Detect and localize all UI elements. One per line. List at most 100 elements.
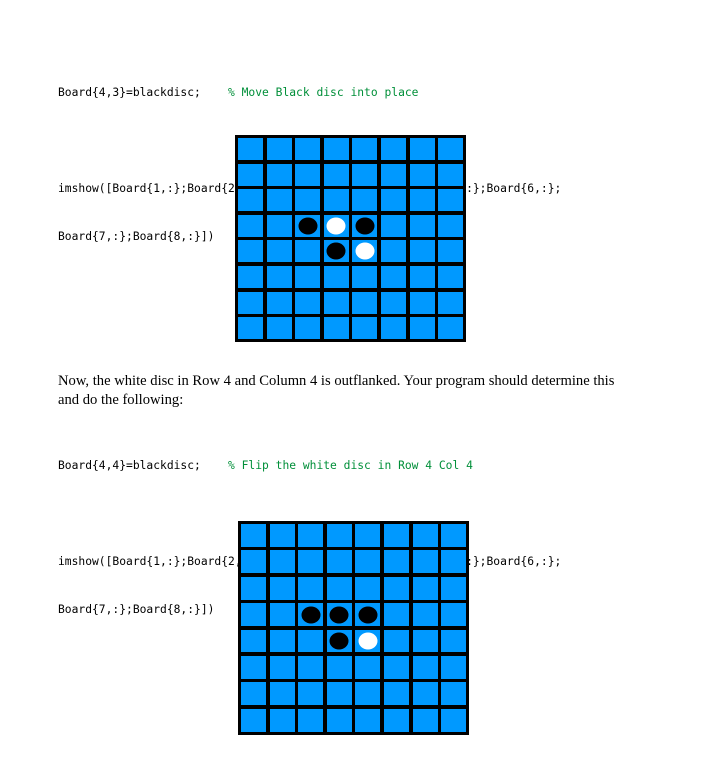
- board-cell: [355, 576, 381, 600]
- board-cell: [266, 138, 292, 160]
- board-cell: [355, 603, 381, 626]
- board-cell: [266, 163, 292, 186]
- board-cell: [323, 163, 349, 186]
- black-disc: [301, 606, 321, 624]
- board-cell: [269, 576, 295, 600]
- board-cell: [269, 524, 295, 547]
- board-cell: [380, 291, 406, 314]
- board-cell: [298, 524, 324, 547]
- board-cell: [441, 682, 467, 706]
- board-cell: [352, 214, 378, 237]
- board-cell: [295, 265, 321, 288]
- board-cell: [380, 189, 406, 212]
- board-cell: [269, 629, 295, 653]
- code-line-assignment-flip: Board{4,4}=blackdisc; % Flip the white d…: [58, 458, 561, 474]
- board-cell: [323, 291, 349, 314]
- board-cell: [241, 603, 266, 626]
- board-cell: [241, 576, 266, 600]
- board-cell: [438, 317, 464, 340]
- board-cell: [295, 163, 321, 186]
- code-text-imshow2-2: Board{7,:};Board{8,:}]): [58, 603, 215, 616]
- board-cell: [383, 524, 409, 547]
- board-cell: [266, 189, 292, 212]
- board-cell: [355, 655, 381, 679]
- board-cell: [383, 550, 409, 574]
- code-text-imshow-2: Board{7,:};Board{8,:}]): [58, 230, 215, 243]
- board-cell: [352, 317, 378, 340]
- board-cell: [238, 138, 263, 160]
- board-cell: [441, 576, 467, 600]
- board-cell: [352, 291, 378, 314]
- board-cell: [269, 550, 295, 574]
- board-cell: [438, 138, 464, 160]
- black-disc: [358, 606, 378, 624]
- board-cell: [298, 655, 324, 679]
- white-disc: [326, 217, 346, 235]
- black-disc: [355, 217, 375, 235]
- board-cell: [438, 189, 464, 212]
- board-cell: [412, 524, 438, 547]
- board-cell: [323, 317, 349, 340]
- board-cell: [355, 629, 381, 653]
- code-line-assignment: Board{4,3}=blackdisc; % Move Black disc …: [58, 85, 561, 101]
- board-cell: [326, 682, 352, 706]
- board-cell: [269, 603, 295, 626]
- board-cell: [438, 265, 464, 288]
- board-cell: [355, 524, 381, 547]
- othello-board-second: [238, 521, 470, 735]
- board-cell: [438, 240, 464, 263]
- code-comment-move-black: % Move Black disc into place: [200, 86, 419, 99]
- board-cell: [380, 138, 406, 160]
- board-cell: [326, 708, 352, 732]
- board-cell: [266, 317, 292, 340]
- white-disc: [355, 242, 375, 260]
- board-cell: [441, 603, 467, 626]
- board-cell: [298, 708, 324, 732]
- board-cell: [298, 629, 324, 653]
- document-page: Board{4,3}=blackdisc; % Move Black disc …: [0, 0, 706, 767]
- board-cell: [352, 240, 378, 263]
- board-cell: [438, 291, 464, 314]
- board-cell: [355, 708, 381, 732]
- paragraph-line-1: Now, the white disc in Row 4 and Column …: [58, 373, 615, 389]
- board-cell: [409, 214, 435, 237]
- board-cell: [383, 576, 409, 600]
- board-cell: [238, 317, 263, 340]
- board-cell: [438, 214, 464, 237]
- board-cell: [409, 189, 435, 212]
- board-cell: [441, 629, 467, 653]
- board-cell: [238, 163, 263, 186]
- board-cell: [269, 708, 295, 732]
- paragraph-line-2: and do the following:: [58, 392, 184, 408]
- board-cell: [412, 682, 438, 706]
- board-cell: [269, 655, 295, 679]
- board-cell: [441, 550, 467, 574]
- board-cell: [412, 655, 438, 679]
- board-cell: [326, 629, 352, 653]
- othello-board-first: [235, 135, 467, 343]
- board-cell: [295, 317, 321, 340]
- board-cell: [323, 189, 349, 212]
- board-cell: [241, 682, 266, 706]
- board-cell: [241, 629, 266, 653]
- board-cell: [412, 576, 438, 600]
- black-disc: [326, 242, 346, 260]
- board-cell: [241, 708, 266, 732]
- board-cell: [352, 189, 378, 212]
- board-cell: [266, 291, 292, 314]
- code-comment-flip-white: % Flip the white disc in Row 4 Col 4: [200, 459, 473, 472]
- board-cell: [380, 214, 406, 237]
- board-cell: [383, 603, 409, 626]
- board-cell: [383, 708, 409, 732]
- board-cell: [412, 708, 438, 732]
- board-cell: [241, 524, 266, 547]
- board-cell: [326, 524, 352, 547]
- board-cell: [441, 708, 467, 732]
- board-cell: [238, 265, 263, 288]
- code-text-assignment: Board{4,3}=blackdisc;: [58, 86, 201, 99]
- white-disc: [358, 632, 378, 650]
- board-cell: [295, 189, 321, 212]
- board-cell: [383, 655, 409, 679]
- board-cell: [412, 550, 438, 574]
- board-cell: [380, 240, 406, 263]
